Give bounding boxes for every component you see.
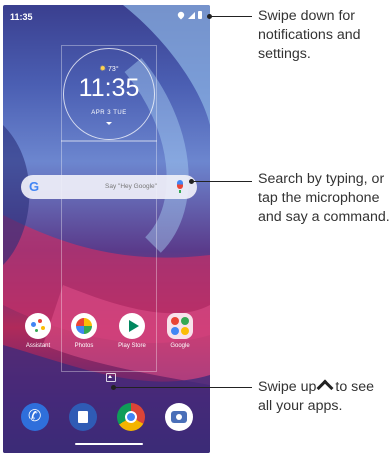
app-label: Assistant (25, 343, 51, 349)
chrome-icon[interactable] (117, 403, 145, 431)
weather-readout: ✹ 73° (64, 64, 154, 73)
wifi-icon (176, 10, 186, 20)
temperature: 73° (108, 66, 119, 73)
signal-icon (188, 11, 195, 19)
google-folder-icon (167, 313, 193, 339)
caret-up-icon (316, 379, 334, 397)
phone-icon[interactable] (21, 403, 49, 431)
app-label: Play Store (118, 343, 146, 349)
phone-screen: 11:35 ✹ 73° 11:35 APR 3 TUE G Say "Hey G… (3, 5, 210, 453)
app-drawer-hint-icon[interactable] (106, 373, 116, 382)
app-label: Google (170, 343, 190, 349)
app-label: Photos (74, 343, 94, 349)
app-photos[interactable]: Photos (64, 313, 104, 349)
clock-widget[interactable]: ✹ 73° 11:35 APR 3 TUE (63, 48, 155, 140)
chevron-down-icon (106, 122, 112, 125)
callout-search: Search by typing, or tap the microphone … (258, 171, 390, 225)
photos-icon (71, 313, 97, 339)
camera-icon[interactable] (165, 403, 193, 431)
messages-icon[interactable] (69, 403, 97, 431)
callout-swipe-up: Swipe up to see all your apps. (258, 379, 375, 414)
microphone-icon[interactable] (177, 180, 183, 193)
app-play-store[interactable]: Play Store (112, 313, 152, 349)
callout-line (114, 387, 252, 389)
clock-date: APR 3 TUE (91, 110, 127, 116)
app-assistant[interactable]: Assistant (18, 313, 58, 349)
callout-line (210, 16, 252, 18)
app-google-folder[interactable]: Google (160, 313, 200, 349)
status-time: 11:35 (10, 12, 33, 22)
sun-icon: ✹ (99, 64, 107, 73)
google-search-bar[interactable]: G Say "Hey Google" (21, 175, 197, 199)
gesture-nav-handle[interactable] (75, 443, 143, 445)
google-g-icon: G (29, 179, 40, 194)
callout-line (192, 181, 252, 183)
battery-icon (198, 11, 202, 19)
callout-notifications: Swipe down for notifications and setting… (258, 8, 361, 62)
search-placeholder: Say "Hey Google" (105, 183, 157, 190)
clock-time: 11:35 (78, 74, 140, 102)
status-bar[interactable]: 11:35 (3, 5, 210, 25)
assistant-icon (25, 313, 51, 339)
play-store-icon (119, 313, 145, 339)
